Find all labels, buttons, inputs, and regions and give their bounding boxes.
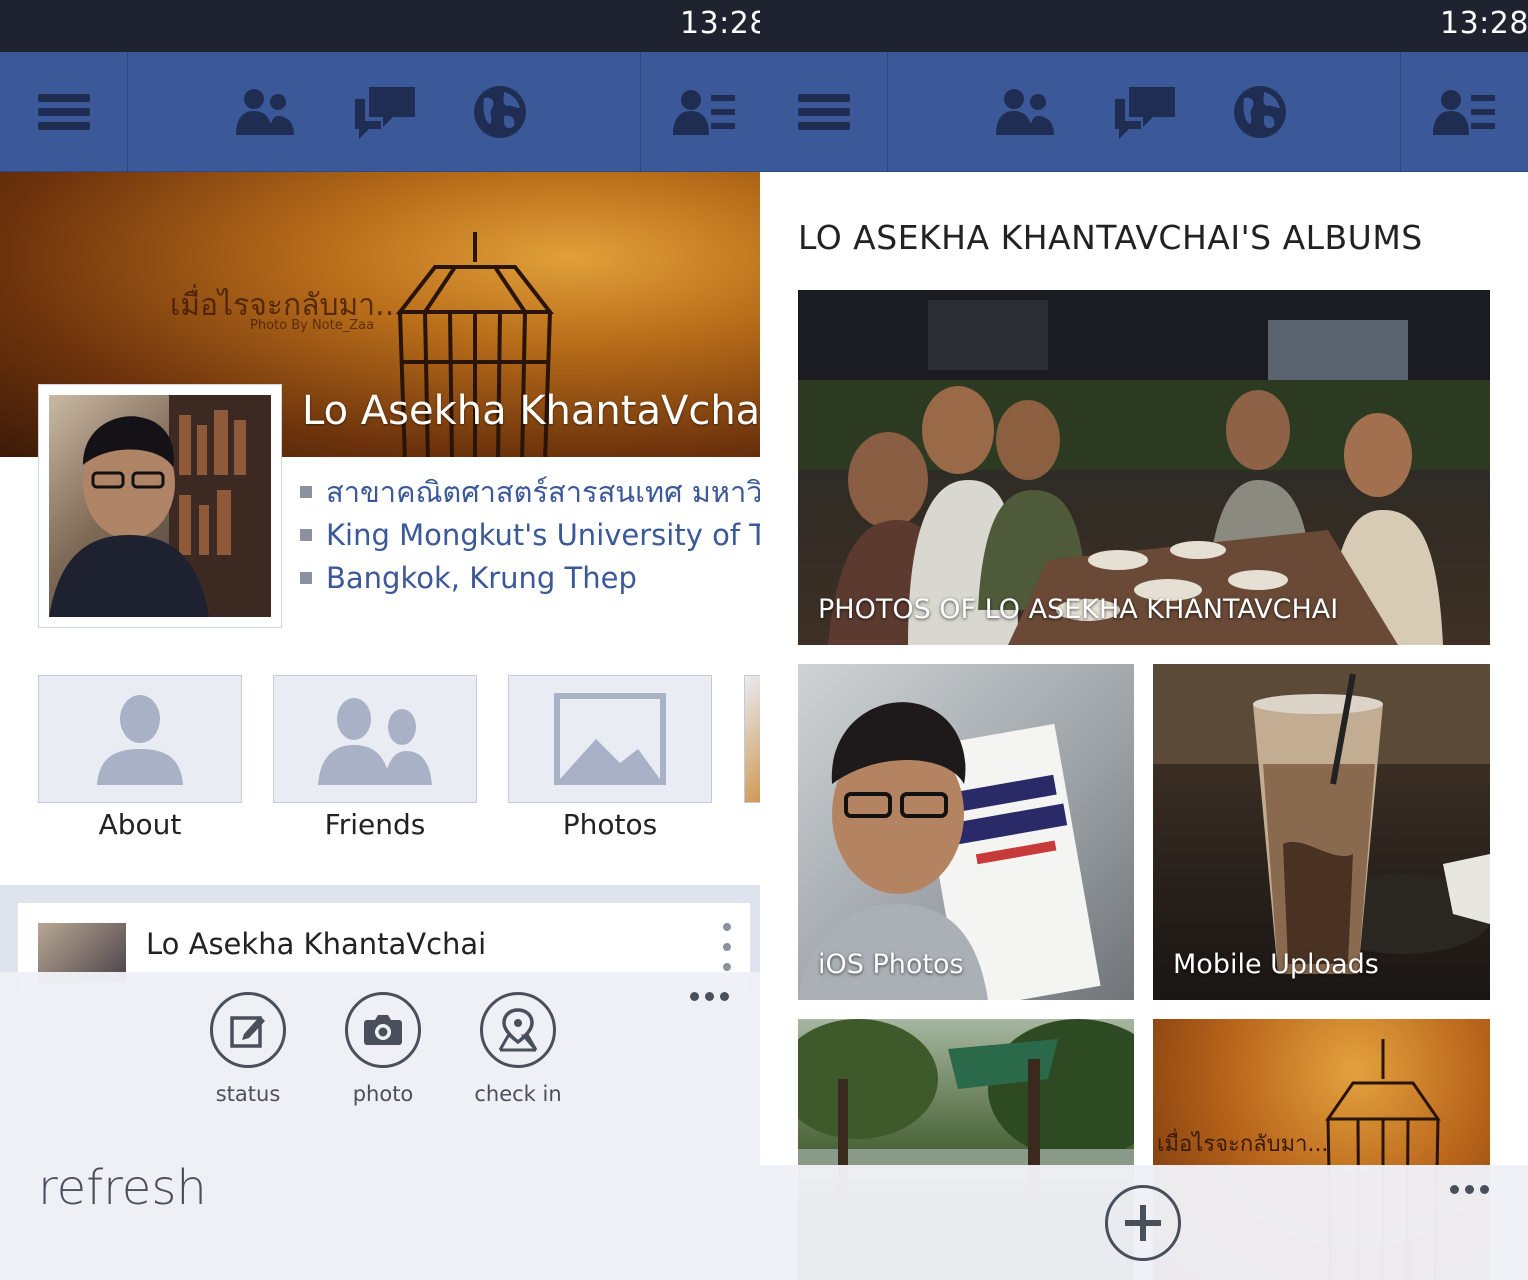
- app-bar: status photo check in refresh: [0, 972, 760, 1280]
- album-label: PHOTOS OF LO ASEKHA KHANTAVCHAI: [818, 594, 1339, 625]
- refresh-menu-item[interactable]: refresh: [38, 1160, 207, 1216]
- messages-button-right[interactable]: [1100, 52, 1190, 172]
- globe-icon: [474, 86, 526, 138]
- image-placeholder-icon: [554, 693, 666, 785]
- add-album-button[interactable]: [1105, 1185, 1181, 1261]
- notifications-button-right[interactable]: [1215, 52, 1305, 172]
- album-label: iOS Photos: [818, 949, 964, 980]
- more-tile[interactable]: [744, 675, 760, 803]
- info-item-school[interactable]: King Mongkut's University of Te: [300, 513, 760, 556]
- plus-icon: [1125, 1205, 1161, 1241]
- info-item-location[interactable]: Bangkok, Krung Thep: [300, 556, 760, 599]
- menu-button-right[interactable]: [760, 52, 887, 172]
- camera-icon: [364, 1015, 402, 1045]
- post-options-button[interactable]: [722, 923, 732, 971]
- notifications-button[interactable]: [455, 52, 545, 172]
- friends-list-button-right[interactable]: [1420, 52, 1510, 172]
- album-cover-caption: เมื่อไรจะกลับมา...: [1157, 1128, 1328, 1157]
- friend-requests-button-right[interactable]: [980, 52, 1070, 172]
- chat-bubbles-icon: [355, 87, 415, 139]
- photos-tile[interactable]: [508, 675, 712, 803]
- status-bar-right: 13:28: [760, 0, 1528, 52]
- albums-screen: 13:28 LO ASEKHA KHANTAVCHAI'S ALBUMS PHO…: [760, 0, 1528, 1280]
- app-bar-right: [760, 1165, 1528, 1280]
- check-in-button[interactable]: check in: [463, 992, 573, 1106]
- album-label: Mobile Uploads: [1173, 949, 1379, 980]
- profile-screen: 13:28 เมื่อไรจะกลับมา... Photo By Note_Z…: [0, 0, 760, 1280]
- status-time: 13:28: [680, 6, 760, 41]
- cover-credit: Photo By Note_Zaa: [250, 318, 375, 333]
- app-bar-more-button[interactable]: [690, 992, 729, 1001]
- hamburger-icon: [797, 94, 850, 130]
- messages-button[interactable]: [340, 52, 430, 172]
- hamburger-icon: [37, 94, 90, 130]
- album-photos-of[interactable]: PHOTOS OF LO ASEKHA KHANTAVCHAI: [798, 290, 1490, 645]
- contacts-list-icon: [1433, 90, 1495, 135]
- about-label: About: [98, 808, 182, 841]
- profile-name: Lo Asekha KhantaVchai: [302, 388, 760, 434]
- contacts-list-icon: [673, 90, 735, 135]
- album-cover-dinner: [798, 290, 1490, 645]
- status-bar: 13:28: [0, 0, 760, 52]
- post-author-name[interactable]: Lo Asekha KhantaVchai: [146, 927, 486, 961]
- people-silhouette-icon: [318, 698, 432, 785]
- profile-picture[interactable]: [38, 384, 282, 628]
- location-pin-icon: [498, 1008, 538, 1052]
- globe-icon: [1234, 86, 1286, 138]
- about-tile[interactable]: [38, 675, 242, 803]
- friends-label: Friends: [324, 808, 426, 841]
- photos-label: Photos: [562, 808, 658, 841]
- info-item-education[interactable]: สาขาคณิตศาสตร์สารสนเทศ มหาวิท: [300, 470, 760, 513]
- status-button[interactable]: status: [193, 992, 303, 1106]
- album-mobile-uploads[interactable]: Mobile Uploads: [1153, 664, 1490, 1000]
- friends-icon: [236, 89, 294, 135]
- top-nav-bar: [0, 52, 760, 172]
- person-silhouette-icon: [97, 695, 183, 785]
- app-bar-more-button-right[interactable]: [1450, 1185, 1489, 1194]
- chat-bubbles-icon: [1115, 87, 1175, 139]
- friends-tile[interactable]: [273, 675, 477, 803]
- friend-requests-button[interactable]: [220, 52, 310, 172]
- edit-icon: [230, 1016, 265, 1048]
- friends-icon: [996, 89, 1054, 135]
- photo-button[interactable]: photo: [328, 992, 438, 1106]
- menu-button[interactable]: [0, 52, 127, 172]
- profile-info-list: สาขาคณิตศาสตร์สารสนเทศ มหาวิท King Mongk…: [300, 470, 760, 599]
- top-nav-bar-right: [760, 52, 1528, 172]
- person-photo: [49, 395, 271, 617]
- friends-list-button[interactable]: [660, 52, 750, 172]
- albums-title: LO ASEKHA KHANTAVCHAI'S ALBUMS: [798, 218, 1423, 257]
- album-ios-photos[interactable]: iOS Photos: [798, 664, 1134, 1000]
- status-time-right: 13:28: [1440, 6, 1528, 41]
